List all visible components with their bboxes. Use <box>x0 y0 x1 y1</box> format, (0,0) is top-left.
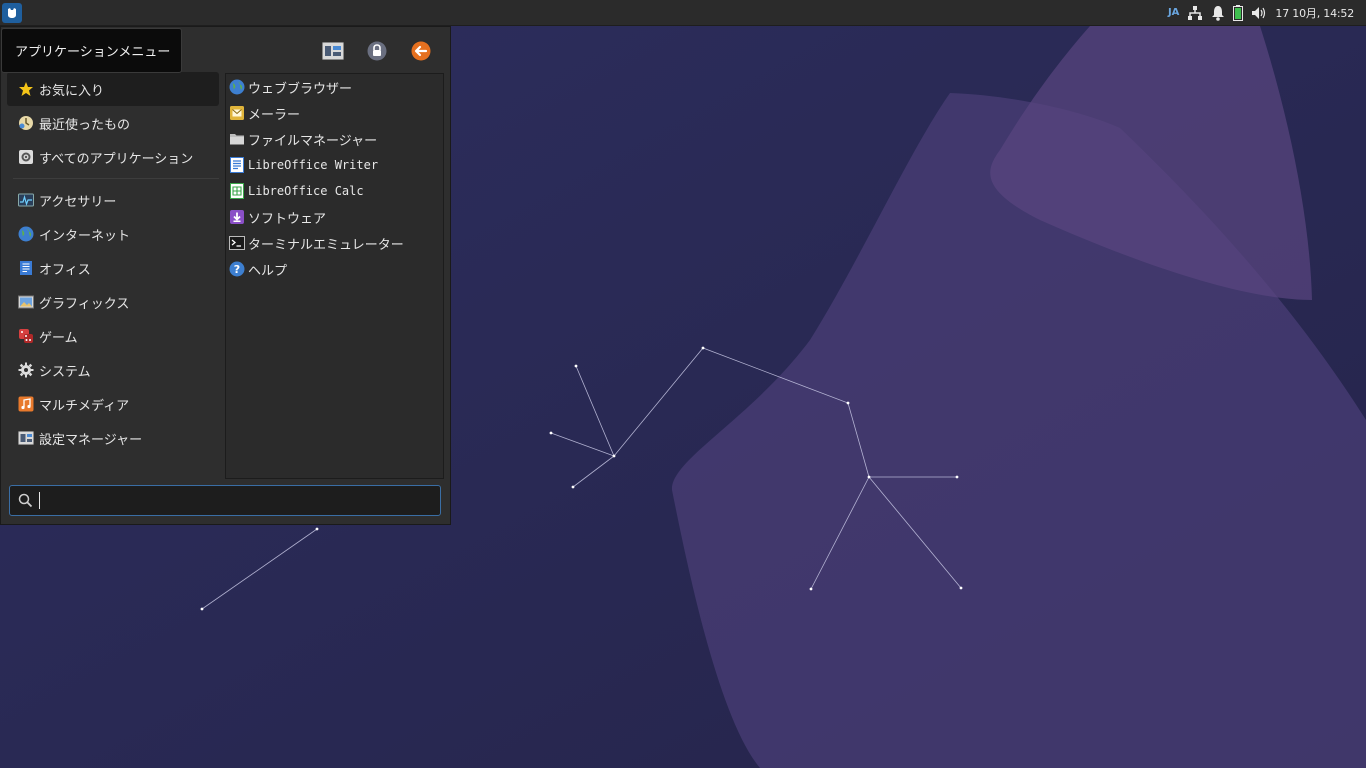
app-web-browser[interactable]: ウェブブラウザー <box>226 74 443 100</box>
category-favorites[interactable]: お気に入り <box>7 72 219 106</box>
app-help[interactable]: ? ヘルプ <box>226 256 443 282</box>
category-recent[interactable]: 最近使ったもの <box>7 106 219 140</box>
category-label: システム <box>39 364 91 380</box>
category-games[interactable]: ゲーム <box>7 319 219 353</box>
category-label: インターネット <box>39 228 131 244</box>
bell-icon <box>1212 5 1225 21</box>
app-libreoffice-writer[interactable]: LibreOffice Writer <box>226 152 443 178</box>
app-label: ヘルプ <box>248 263 288 279</box>
category-label: グラフィックス <box>39 296 130 312</box>
app-libreoffice-calc[interactable]: LibreOffice Calc <box>226 178 443 204</box>
network-indicator[interactable] <box>1187 0 1203 25</box>
category-system[interactable]: システム <box>7 353 219 387</box>
whisker-menu: お気に入り 最近使ったもの すべてのアプリケーション アクセサリー インターネッ… <box>0 26 451 525</box>
graphics-icon <box>18 294 34 310</box>
star-icon <box>18 81 34 97</box>
tooltip: アプリケーションメニュー <box>1 28 182 73</box>
battery-icon <box>1233 4 1244 21</box>
app-file-manager[interactable]: ファイルマネージャー <box>226 126 443 152</box>
system-tray: JA 17 10月, 14:52 <box>1168 0 1366 25</box>
recent-icon <box>18 115 34 131</box>
category-internet[interactable]: インターネット <box>7 217 219 251</box>
keyboard-layout-indicator[interactable]: JA <box>1168 0 1179 25</box>
volume-indicator[interactable] <box>1251 0 1267 25</box>
app-label: ウェブブラウザー <box>248 81 353 97</box>
search-box[interactable] <box>9 485 441 516</box>
category-label: 設定マネージャー <box>39 432 143 448</box>
app-label: ソフトウェア <box>248 211 327 227</box>
app-label: ファイルマネージャー <box>248 133 378 149</box>
app-terminal[interactable]: ターミナルエミュレーター <box>226 230 443 256</box>
category-all-applications[interactable]: すべてのアプリケーション <box>7 140 219 174</box>
category-label: オフィス <box>39 262 91 278</box>
software-icon <box>229 209 245 225</box>
office-icon <box>18 260 34 276</box>
category-graphics[interactable]: グラフィックス <box>7 285 219 319</box>
multimedia-icon <box>18 396 34 412</box>
app-label: ターミナルエミュレーター <box>248 237 404 253</box>
category-label: 最近使ったもの <box>39 117 131 133</box>
writer-icon <box>229 157 245 173</box>
accessories-icon <box>18 192 34 208</box>
clock-label: 17 10月, 14:52 <box>1275 6 1354 20</box>
logout-button[interactable] <box>409 39 433 63</box>
notifications-indicator[interactable] <box>1211 0 1225 25</box>
folder-icon <box>229 131 245 147</box>
logout-icon <box>411 41 431 61</box>
category-multimedia[interactable]: マルチメディア <box>7 387 219 421</box>
games-icon <box>18 328 34 344</box>
xfce-menu-icon <box>8 7 16 18</box>
lock-icon <box>367 41 387 61</box>
system-icon <box>18 362 34 378</box>
app-mail[interactable]: メーラー <box>226 100 443 126</box>
clock[interactable]: 17 10月, 14:52 <box>1275 0 1358 25</box>
keyboard-layout-label: JA <box>1167 7 1180 18</box>
volume-icon <box>1252 6 1266 19</box>
category-label: マルチメディア <box>39 398 130 414</box>
category-label: すべてのアプリケーション <box>39 151 194 167</box>
top-panel: JA 17 10月, 14:52 <box>0 0 1366 26</box>
mail-icon <box>229 105 245 121</box>
lock-screen-button[interactable] <box>365 39 389 63</box>
app-label: LibreOffice Writer <box>248 158 379 172</box>
applications-menu-button[interactable] <box>2 2 22 23</box>
terminal-icon <box>229 235 245 251</box>
svg-text:?: ? <box>234 263 240 276</box>
application-list: ウェブブラウザー メーラー ファイルマネージャー LibreOffice Wri… <box>225 73 444 479</box>
settings-button[interactable] <box>321 39 345 63</box>
category-accessories[interactable]: アクセサリー <box>7 183 219 217</box>
category-settings-manager[interactable]: 設定マネージャー <box>7 421 219 455</box>
app-software[interactable]: ソフトウェア <box>226 204 443 230</box>
settings-icon <box>322 42 344 60</box>
category-label: ゲーム <box>39 330 78 346</box>
settings-manager-icon <box>18 430 34 446</box>
calc-icon <box>229 183 245 199</box>
category-separator <box>13 178 219 179</box>
category-label: アクセサリー <box>39 194 117 210</box>
search-input[interactable] <box>40 489 435 512</box>
app-label: メーラー <box>248 107 301 123</box>
category-list: お気に入り 最近使ったもの すべてのアプリケーション アクセサリー インターネッ… <box>7 72 219 455</box>
tooltip-text: アプリケーションメニュー <box>15 45 171 60</box>
app-label: LibreOffice Calc <box>248 184 364 198</box>
all-apps-icon <box>18 149 34 165</box>
internet-icon <box>18 226 34 242</box>
category-label: お気に入り <box>39 83 105 99</box>
battery-indicator[interactable] <box>1233 0 1244 25</box>
category-office[interactable]: オフィス <box>7 251 219 285</box>
search-icon <box>18 493 33 508</box>
web-browser-icon <box>229 79 245 95</box>
network-icon <box>1188 5 1203 20</box>
help-icon: ? <box>229 261 245 277</box>
